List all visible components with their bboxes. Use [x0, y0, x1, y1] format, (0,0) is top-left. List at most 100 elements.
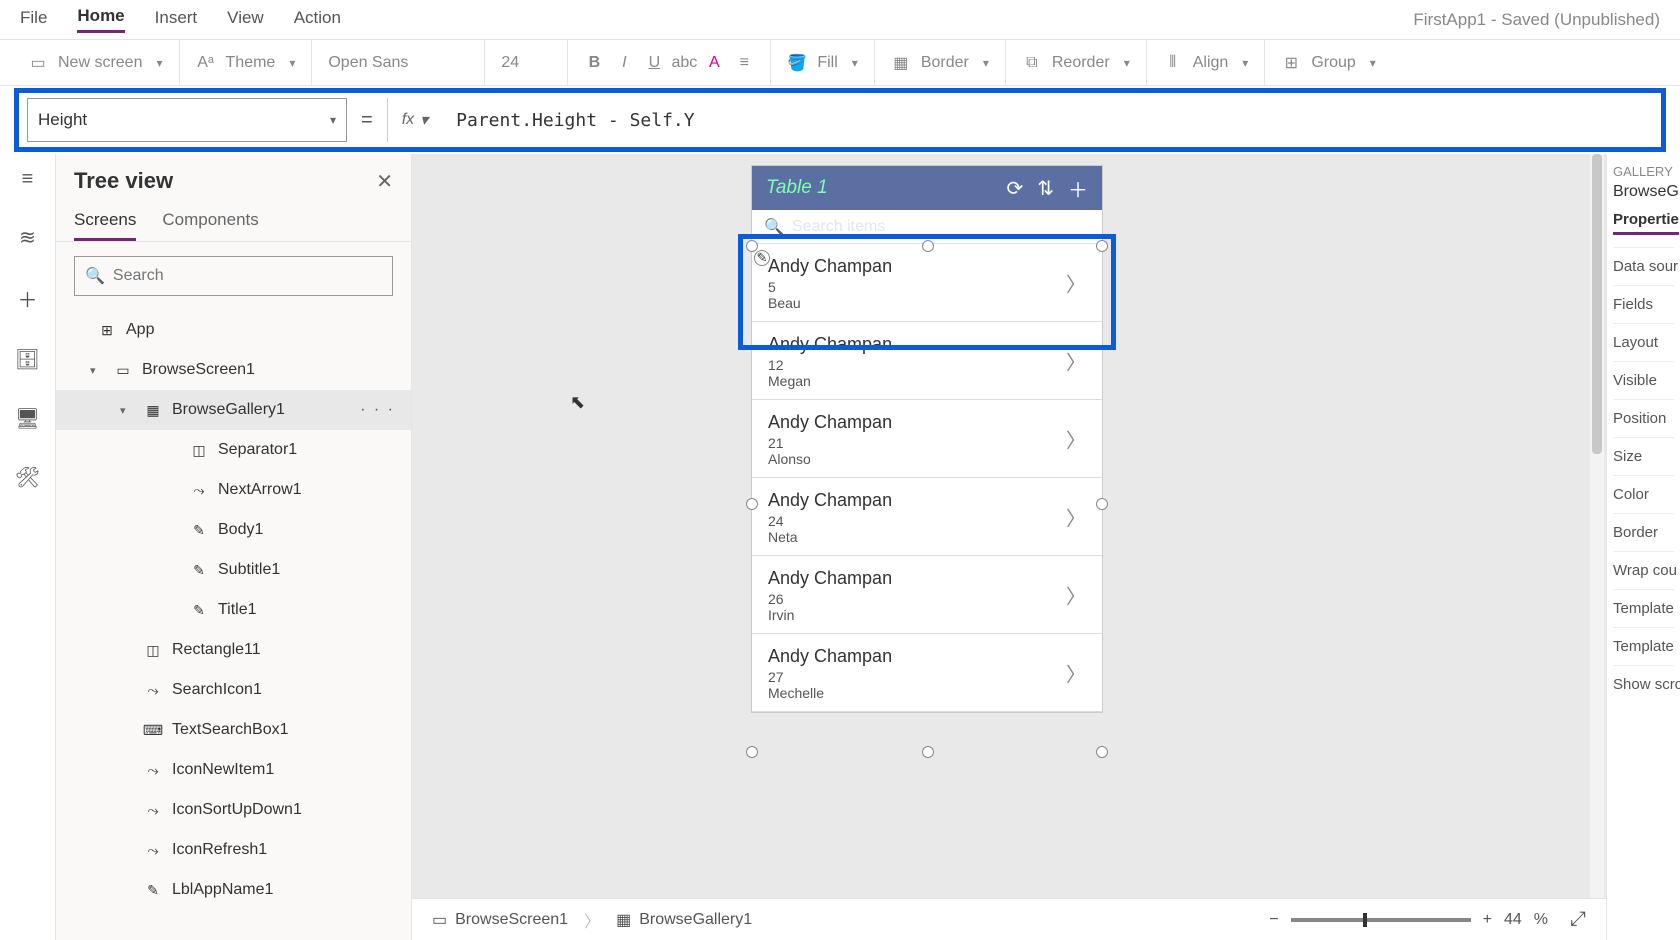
tree-item-rectangle11[interactable]: ◫Rectangle11 — [56, 630, 411, 670]
chevron-right-icon[interactable]: 〉 — [1066, 502, 1086, 531]
tree-search[interactable]: 🔍 — [74, 256, 393, 296]
rib-font[interactable] — [312, 40, 485, 85]
gallery-item[interactable]: Andy Champan24Neta〉 — [752, 478, 1102, 556]
tree-item-nextarrow1[interactable]: ⤳NextArrow1 — [56, 470, 411, 510]
gallery[interactable]: Andy Champan5Beau〉✎Andy Champan12Megan〉A… — [752, 244, 1102, 712]
properties-tab[interactable]: Propertie — [1613, 211, 1679, 235]
zoom-slider[interactable] — [1291, 918, 1471, 922]
tree-item-iconsortupdown1[interactable]: ⤳IconSortUpDown1 — [56, 790, 411, 830]
tree-item-searchicon1[interactable]: ⤳SearchIcon1 — [56, 670, 411, 710]
strike-icon[interactable]: abc — [674, 53, 694, 73]
prop-row[interactable]: Show scro — [1613, 665, 1674, 703]
rib-newscreen[interactable]: ▭ New screen▾ — [12, 40, 180, 85]
resize-handle[interactable] — [922, 746, 934, 758]
tree-item-separator1[interactable]: ◫Separator1 — [56, 430, 411, 470]
media-icon[interactable]: 🖥 — [15, 406, 40, 431]
zoom-in-button[interactable]: + — [1483, 911, 1492, 929]
gallery-item[interactable]: Andy Champan12Megan〉 — [752, 322, 1102, 400]
tab-screens[interactable]: Screens — [74, 202, 136, 241]
treeview-icon[interactable]: ≋ — [19, 225, 36, 250]
rib-group[interactable]: ⊞ Group▾ — [1265, 40, 1392, 85]
resize-handle[interactable] — [922, 240, 934, 252]
bold-icon[interactable]: B — [584, 53, 604, 73]
resize-handle[interactable] — [746, 498, 758, 510]
gallery-item[interactable]: Andy Champan27Mechelle〉 — [752, 634, 1102, 712]
font-select[interactable] — [328, 54, 468, 72]
tree-item-lblappname1[interactable]: ✎LblAppName1 — [56, 870, 411, 910]
tree-item-body1[interactable]: ✎Body1 — [56, 510, 411, 550]
canvas[interactable]: ⬉ Table 1 ⟳ ⇅ ＋ 🔍 Search items Andy Cham… — [412, 154, 1606, 940]
property-selector[interactable]: Height ▾ — [27, 98, 347, 142]
align-icon[interactable]: ≡ — [734, 53, 754, 73]
menu-view[interactable]: View — [227, 8, 264, 32]
chevron-right-icon[interactable]: 〉 — [1066, 346, 1086, 375]
tree-item-subtitle1[interactable]: ✎Subtitle1 — [56, 550, 411, 590]
rib-theme[interactable]: Aᵃ Theme▾ — [180, 40, 313, 85]
prop-row[interactable]: Layout — [1613, 323, 1674, 361]
canvas-scrollbar[interactable] — [1590, 154, 1604, 940]
chevron-right-icon[interactable]: 〉 — [1066, 424, 1086, 453]
more-icon[interactable]: · · · — [360, 401, 395, 419]
insert-icon[interactable]: ＋ — [18, 284, 38, 313]
prop-row[interactable]: Fields — [1613, 285, 1674, 323]
fx-button[interactable]: fx▾ — [387, 98, 442, 142]
hamburger-icon[interactable]: ≡ — [22, 168, 34, 191]
gallery-item[interactable]: Andy Champan5Beau〉✎ — [752, 244, 1102, 322]
tree-item-browsescreen1[interactable]: ▾▭BrowseScreen1 — [56, 350, 411, 390]
gallery-item[interactable]: Andy Champan21Alonso〉 — [752, 400, 1102, 478]
fit-icon[interactable]: ⤢ — [1570, 908, 1586, 931]
tree-item-browsegallery1[interactable]: ▾▦BrowseGallery1· · · — [56, 390, 411, 430]
edit-icon[interactable]: ✎ — [754, 250, 770, 266]
advanced-icon[interactable]: 🛠 — [15, 465, 40, 490]
chevron-right-icon[interactable]: 〉 — [1066, 658, 1086, 687]
prop-row[interactable]: Template — [1613, 589, 1674, 627]
sort-icon[interactable]: ⇅ — [1037, 176, 1054, 201]
rib-align[interactable]: ⫴ Align▾ — [1147, 40, 1266, 85]
prop-row[interactable]: Data sour — [1613, 247, 1674, 285]
tree-item-title1[interactable]: ✎Title1 — [56, 590, 411, 630]
tree-item-iconnewitem1[interactable]: ⤳IconNewItem1 — [56, 750, 411, 790]
rib-border[interactable]: ▦ Border▾ — [875, 40, 1006, 85]
resize-handle[interactable] — [746, 746, 758, 758]
prop-row[interactable]: Wrap cou — [1613, 551, 1674, 589]
resize-handle[interactable] — [746, 240, 758, 252]
search-box[interactable]: 🔍 Search items — [752, 210, 1102, 244]
menu-action[interactable]: Action — [294, 8, 341, 32]
breadcrumb-control[interactable]: BrowseGallery1 — [639, 911, 752, 929]
rib-fontsize[interactable] — [485, 40, 568, 85]
breadcrumb-screen[interactable]: BrowseScreen1 — [455, 911, 568, 929]
prop-row[interactable]: Position — [1613, 399, 1674, 437]
zoom-out-button[interactable]: − — [1269, 911, 1278, 929]
add-icon[interactable]: ＋ — [1068, 174, 1088, 203]
underline-icon[interactable]: U — [644, 53, 664, 73]
tree-app[interactable]: ⊞ App — [56, 310, 411, 350]
tree-item-textsearchbox1[interactable]: ⌨TextSearchBox1 — [56, 710, 411, 750]
refresh-icon[interactable]: ⟳ — [1006, 176, 1023, 201]
italic-icon[interactable]: I — [614, 53, 634, 73]
prop-row[interactable]: Color — [1613, 475, 1674, 513]
tree-search-input[interactable] — [105, 267, 382, 285]
formula-input[interactable] — [442, 98, 1653, 142]
menu-file[interactable]: File — [20, 8, 47, 32]
prop-row[interactable]: Border — [1613, 513, 1674, 551]
rib-reorder[interactable]: ⧉ Reorder▾ — [1006, 40, 1147, 85]
gallery-item[interactable]: Andy Champan26Irvin〉 — [752, 556, 1102, 634]
chevron-right-icon[interactable]: 〉 — [1066, 268, 1086, 297]
resize-handle[interactable] — [1096, 498, 1108, 510]
rib-fill[interactable]: 🪣 Fill▾ — [771, 40, 874, 85]
chevron-right-icon[interactable]: 〉 — [1066, 580, 1086, 609]
tab-components[interactable]: Components — [162, 202, 258, 241]
prop-row[interactable]: Size — [1613, 437, 1674, 475]
menu-insert[interactable]: Insert — [155, 8, 198, 32]
prop-row[interactable]: Template — [1613, 627, 1674, 665]
tree-item-iconrefresh1[interactable]: ⤳IconRefresh1 — [56, 830, 411, 870]
data-icon[interactable]: 🗄 — [15, 347, 40, 372]
resize-handle[interactable] — [1096, 746, 1108, 758]
close-icon[interactable]: ✕ — [376, 169, 393, 194]
tree-item-label: Rectangle11 — [172, 641, 261, 659]
fontcolor-icon[interactable]: A — [704, 53, 724, 73]
prop-row[interactable]: Visible — [1613, 361, 1674, 399]
menu-home[interactable]: Home — [77, 6, 124, 33]
resize-handle[interactable] — [1096, 240, 1108, 252]
fontsize-input[interactable] — [501, 54, 551, 72]
